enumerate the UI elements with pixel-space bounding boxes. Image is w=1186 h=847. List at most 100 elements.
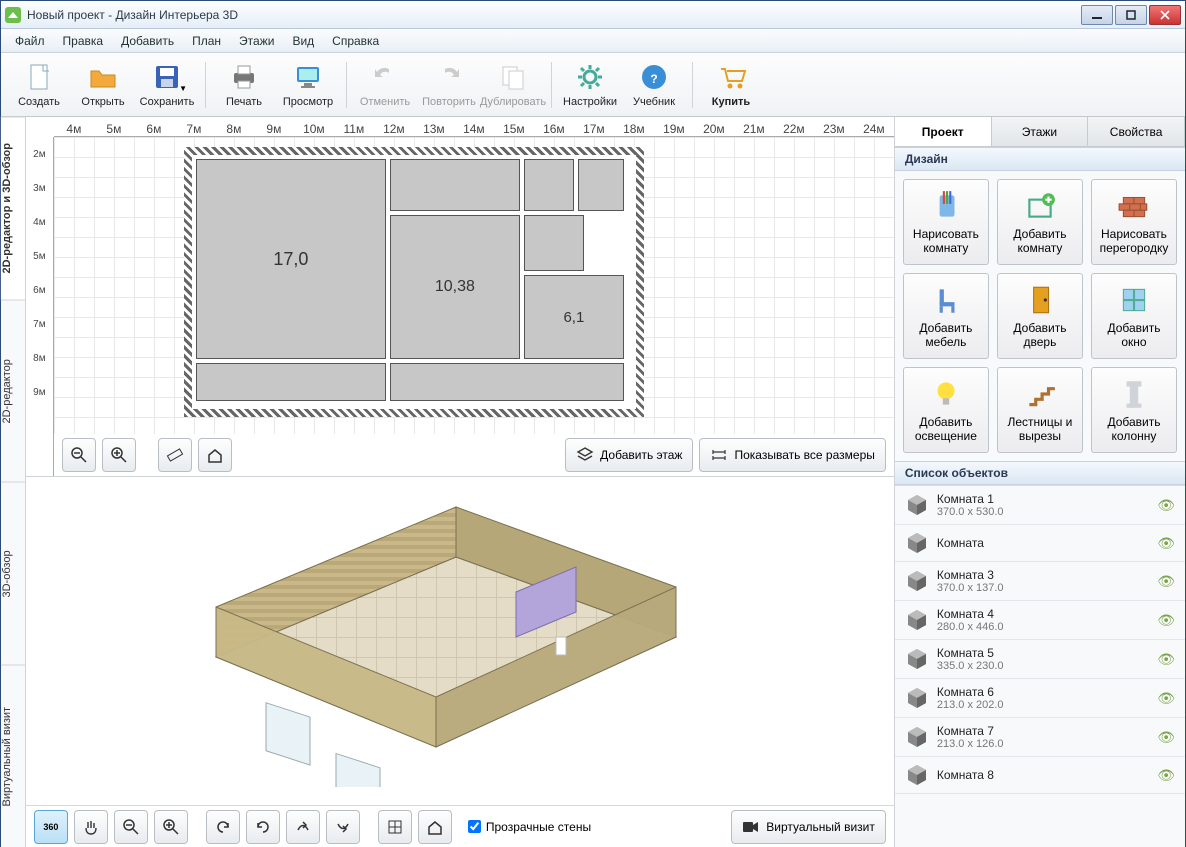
zoom-in-icon <box>162 818 180 836</box>
room-bottom[interactable] <box>390 363 624 401</box>
toolbar-save[interactable]: ▼Сохранить <box>135 56 199 114</box>
room-3[interactable]: 6,1 <box>524 275 624 359</box>
zoom-out-3d-button[interactable] <box>114 810 148 844</box>
zoom-out-icon <box>70 446 88 464</box>
room-1[interactable]: 17,0 <box>196 159 386 359</box>
transparent-walls-input[interactable] <box>468 820 481 833</box>
toolbar-settings[interactable]: Настройки <box>558 56 622 114</box>
home-3d-button[interactable] <box>418 810 452 844</box>
home-button[interactable] <box>198 438 232 472</box>
room-small-a[interactable] <box>524 159 574 211</box>
zoom-in-button[interactable] <box>102 438 136 472</box>
right-tab-1[interactable]: Этажи <box>992 117 1089 146</box>
object-name: Комната 1 <box>937 492 1149 506</box>
toolbar-settings-label: Настройки <box>563 96 617 108</box>
undo-icon <box>369 61 401 93</box>
visibility-icon[interactable]: 👁 <box>1157 535 1175 552</box>
palette-draw-room[interactable]: Нарисовать комнату <box>903 179 989 265</box>
object-row-5[interactable]: Комната 6213.0 x 202.0👁 <box>895 679 1185 718</box>
monitor-icon <box>292 61 324 93</box>
object-row-2[interactable]: Комната 3370.0 x 137.0👁 <box>895 562 1185 601</box>
menu-файл[interactable]: Файл <box>7 31 53 51</box>
palette-add-light[interactable]: Добавить освещение <box>903 367 989 453</box>
layers-icon <box>576 446 594 464</box>
toolbar-preview[interactable]: Просмотр <box>276 56 340 114</box>
3d-panel[interactable]: 360 Прозрачные стены Ви <box>26 477 894 847</box>
virtual-visit-button[interactable]: Виртуальный визит <box>731 810 886 844</box>
palette-add-room[interactable]: Добавить комнату <box>997 179 1083 265</box>
object-name: Комната 4 <box>937 607 1149 621</box>
room-hall[interactable] <box>390 159 520 211</box>
palette-add-window[interactable]: Добавить окно <box>1091 273 1177 359</box>
object-dim: 213.0 x 126.0 <box>937 738 1149 750</box>
zoom-out-button[interactable] <box>62 438 96 472</box>
toolbar-buy[interactable]: Купить <box>699 56 763 114</box>
object-row-0[interactable]: Комната 1370.0 x 530.0👁 <box>895 486 1185 525</box>
sidetab-3[interactable]: Виртуальный визит <box>1 665 25 847</box>
palette-add-column-label: Добавить колонну <box>1096 415 1172 443</box>
menu-этажи[interactable]: Этажи <box>231 31 282 51</box>
cube-icon <box>905 531 929 555</box>
visibility-icon[interactable]: 👁 <box>1157 573 1175 590</box>
menu-справка[interactable]: Справка <box>324 31 387 51</box>
palette-add-column[interactable]: Добавить колонну <box>1091 367 1177 453</box>
right-tabs: ПроектЭтажиСвойства <box>895 117 1185 147</box>
minimize-button[interactable] <box>1081 5 1113 25</box>
menu-план[interactable]: План <box>184 31 229 51</box>
svg-text:?: ? <box>650 72 657 86</box>
sidetab-2[interactable]: 3D-обзор <box>1 482 25 665</box>
top-view-button[interactable] <box>378 810 412 844</box>
menu-вид[interactable]: Вид <box>284 31 322 51</box>
show-dimensions-button[interactable]: Показывать все размеры <box>699 438 885 472</box>
room-2[interactable]: 10,38 <box>390 215 520 359</box>
object-row-4[interactable]: Комната 5335.0 x 230.0👁 <box>895 640 1185 679</box>
object-row-1[interactable]: Комната👁 <box>895 525 1185 562</box>
close-button[interactable] <box>1149 5 1181 25</box>
floorplan[interactable]: 17,0 10,38 6,1 <box>184 147 644 417</box>
maximize-button[interactable] <box>1115 5 1147 25</box>
toolbar-tutorial[interactable]: ?Учебник <box>622 56 686 114</box>
object-row-3[interactable]: Комната 4280.0 x 446.0👁 <box>895 601 1185 640</box>
room-small-b[interactable] <box>578 159 624 211</box>
door-icon <box>1023 283 1057 317</box>
right-tab-2[interactable]: Свойства <box>1088 117 1185 146</box>
object-row-7[interactable]: Комната 8👁 <box>895 757 1185 794</box>
tilt-up-button[interactable] <box>286 810 320 844</box>
palette-draw-wall[interactable]: Нарисовать перегородку <box>1091 179 1177 265</box>
visibility-icon[interactable]: 👁 <box>1157 690 1175 707</box>
menu-правка[interactable]: Правка <box>55 31 112 51</box>
3d-model[interactable] <box>156 497 716 787</box>
menu-добавить[interactable]: Добавить <box>113 31 182 51</box>
zoom-in-3d-button[interactable] <box>154 810 188 844</box>
measure-button[interactable] <box>158 438 192 472</box>
tilt-down-button[interactable] <box>326 810 360 844</box>
visibility-icon[interactable]: 👁 <box>1157 767 1175 784</box>
palette-draw-wall-label: Нарисовать перегородку <box>1096 227 1172 255</box>
palette-add-door[interactable]: Добавить дверь <box>997 273 1083 359</box>
right-tab-0[interactable]: Проект <box>895 117 992 146</box>
object-list-scroll[interactable]: Комната 1370.0 x 530.0👁Комната👁Комната 3… <box>895 486 1185 847</box>
palette-add-furniture[interactable]: Добавить мебель <box>903 273 989 359</box>
room-balcony[interactable] <box>196 363 386 401</box>
visibility-icon[interactable]: 👁 <box>1157 729 1175 746</box>
object-row-6[interactable]: Комната 7213.0 x 126.0👁 <box>895 718 1185 757</box>
pan-button[interactable] <box>74 810 108 844</box>
orbit-360-button[interactable]: 360 <box>34 810 68 844</box>
sidetab-0[interactable]: 2D-редактор и 3D-обзор <box>1 117 25 300</box>
dimensions-icon <box>710 446 728 464</box>
visibility-icon[interactable]: 👁 <box>1157 651 1175 668</box>
palette-stairs[interactable]: Лестницы и вырезы <box>997 367 1083 453</box>
add-floor-button[interactable]: Добавить этаж <box>565 438 693 472</box>
toolbar-create[interactable]: Создать <box>7 56 71 114</box>
rotate-left-button[interactable] <box>206 810 240 844</box>
transparent-walls-checkbox[interactable]: Прозрачные стены <box>468 820 591 834</box>
visibility-icon[interactable]: 👁 <box>1157 497 1175 514</box>
room-small-c[interactable] <box>524 215 584 271</box>
toolbar-print[interactable]: Печать <box>212 56 276 114</box>
2d-canvas[interactable]: 17,0 10,38 6,1 <box>54 137 894 434</box>
home-icon <box>206 446 224 464</box>
rotate-right-button[interactable] <box>246 810 280 844</box>
toolbar-open[interactable]: Открыть <box>71 56 135 114</box>
visibility-icon[interactable]: 👁 <box>1157 612 1175 629</box>
sidetab-1[interactable]: 2D-редактор <box>1 300 25 483</box>
